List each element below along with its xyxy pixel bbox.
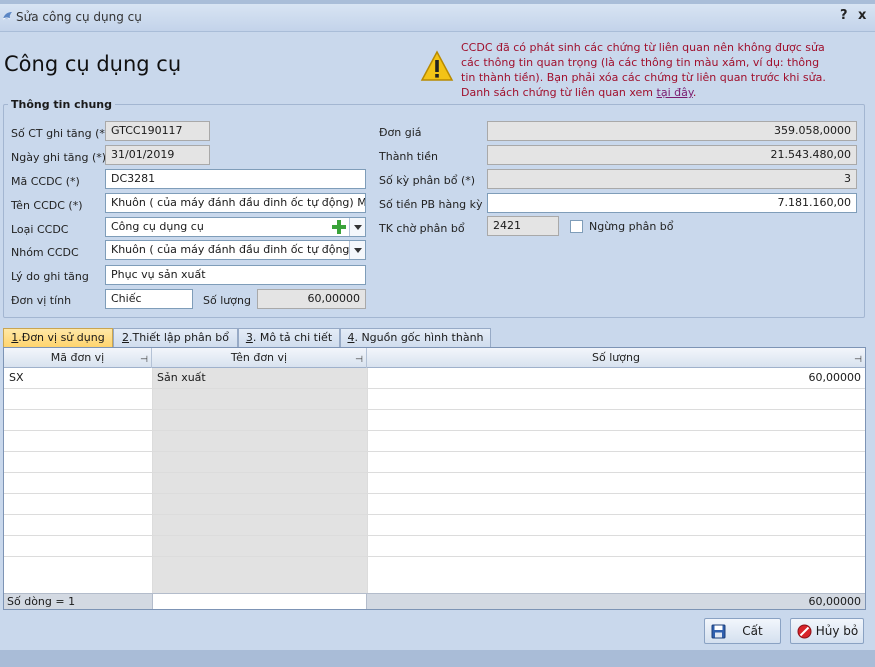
label-so-ky: Số kỳ phân bổ (*) <box>379 174 476 187</box>
ngay-ghi-tang-field: 31/01/2019 <box>105 145 210 165</box>
footer-total: 60,00000 <box>808 595 862 608</box>
table-row[interactable] <box>4 431 865 452</box>
col-ten-don-vi-label: Tên đơn vị <box>230 351 288 364</box>
close-button[interactable]: x <box>858 8 866 23</box>
ma-ccdc-input[interactable]: DC3281 <box>105 169 366 189</box>
tab-thiet-lap-phan-bo[interactable]: 2.Thiết lập phân bổ <box>113 328 238 348</box>
dialog-window: Sửa công cụ dụng cụ ? x Công cụ dụng cụ … <box>0 0 875 667</box>
tab-3-label: . Mô tả chi tiết <box>252 331 333 344</box>
label-ngung-phan-bo: Ngừng phân bổ <box>589 220 674 233</box>
table-row[interactable]: SX Sản xuất 60,00000 <box>4 368 865 389</box>
page-title: Công cụ dụng cụ <box>4 52 182 76</box>
tab-2-num: 2 <box>122 331 129 344</box>
tab-mo-ta-chi-tiet[interactable]: 3. Mô tả chi tiết <box>238 328 340 348</box>
save-button[interactable]: Cất <box>704 618 781 644</box>
col-header-ten-don-vi[interactable]: Tên đơn vị ⊣ <box>152 348 367 368</box>
units-grid[interactable]: Mã đơn vị ⊣ Tên đơn vị ⊣ Số lượng ⊣ SX S… <box>3 347 866 610</box>
nhom-chevron-down-icon[interactable] <box>349 241 365 259</box>
ten-ccdc-input[interactable]: Khuôn ( của máy đánh đầu đinh ốc tự động… <box>105 193 366 213</box>
label-ma: Mã CCDC (*) <box>11 175 80 188</box>
col-header-ma-don-vi[interactable]: Mã đơn vị ⊣ <box>4 348 152 368</box>
row-count: Số dòng = 1 <box>7 595 76 608</box>
table-row[interactable] <box>4 557 865 578</box>
title-bar: Sửa công cụ dụng cụ ? x <box>0 4 875 32</box>
save-label: Cất <box>742 624 763 638</box>
warning-icon <box>420 50 454 81</box>
loai-chevron-down-icon[interactable] <box>349 218 365 236</box>
don-vi-tinh-input[interactable]: Chiếc <box>105 289 193 309</box>
label-thanh-tien: Thành tiền <box>379 150 438 163</box>
tab-2-label: .Thiết lập phân bổ <box>129 331 229 344</box>
col-ma-don-vi-label: Mã đơn vị <box>50 351 105 364</box>
nhom-ccdc-value: Khuôn ( của máy đánh đầu đinh ốc tự động… <box>111 243 354 256</box>
col-header-so-luong[interactable]: Số lượng ⊣ <box>367 348 865 368</box>
app-icon <box>2 12 12 20</box>
label-lydo: Lý do ghi tăng <box>11 270 89 283</box>
table-row[interactable] <box>4 494 865 515</box>
bottom-strip <box>0 650 875 667</box>
cancel-label: Hủy bỏ <box>815 624 859 638</box>
loai-ccdc-value: Công cụ dụng cụ <box>111 220 204 233</box>
tab-strip: 1.Đơn vị sử dụng 2.Thiết lập phân bổ 3. … <box>0 328 875 348</box>
so-ct-field: GTCC190117 <box>105 121 210 141</box>
so-tien-pb-input[interactable]: 7.181.160,00 <box>487 193 857 213</box>
help-button[interactable]: ? <box>840 8 848 23</box>
grid-footer: Số dòng = 1 60,00000 <box>4 593 865 609</box>
label-tk-cho-pb: TK chờ phân bổ <box>379 222 465 235</box>
label-don-gia: Đơn giá <box>379 126 422 139</box>
general-info-legend: Thông tin chung <box>11 98 113 111</box>
window-title: Sửa công cụ dụng cụ <box>16 10 142 24</box>
table-row[interactable] <box>4 473 865 494</box>
so-ky-field: 3 <box>487 169 857 189</box>
warning-message: CCDC đã có phát sinh các chứng từ liên q… <box>461 40 833 100</box>
ngung-phan-bo-checkbox[interactable] <box>570 220 583 233</box>
tab-don-vi-su-dung[interactable]: 1.Đơn vị sử dụng <box>3 328 113 348</box>
add-plus-icon[interactable] <box>331 219 347 235</box>
table-row[interactable] <box>4 515 865 536</box>
label-nhom: Nhóm CCDC <box>11 246 79 259</box>
warning-text: CCDC đã có phát sinh các chứng từ liên q… <box>461 41 826 99</box>
label-so-tien-pb: Số tiền PB hàng kỳ <box>379 198 483 211</box>
table-row[interactable] <box>4 410 865 431</box>
label-ten: Tên CCDC (*) <box>11 199 83 212</box>
label-loai: Loại CCDC <box>11 223 69 236</box>
label-ngay: Ngày ghi tăng (*) <box>11 151 107 164</box>
label-so-ct: Số CT ghi tăng (*) <box>11 127 110 140</box>
col-so-luong-label: Số lượng <box>592 351 640 364</box>
footer-blank-cell <box>152 594 367 609</box>
cell-ten-don-vi: Sản xuất <box>157 371 206 384</box>
tab-nguon-goc-hinh-thanh[interactable]: 4. Nguồn gốc hình thành <box>340 328 491 348</box>
cancel-button[interactable]: Hủy bỏ <box>790 618 864 644</box>
cell-so-luong: 60,00000 <box>808 371 862 384</box>
table-row[interactable] <box>4 389 865 410</box>
label-dvt: Đơn vị tính <box>11 294 72 307</box>
tk-cho-pb-field: 2421 <box>487 216 559 236</box>
so-luong-field: 60,00000 <box>257 289 366 309</box>
grid-header: Mã đơn vị ⊣ Tên đơn vị ⊣ Số lượng ⊣ <box>4 348 865 368</box>
label-soluong: Số lượng <box>203 294 251 307</box>
thanh-tien-field: 21.543.480,00 <box>487 145 857 165</box>
tab-4-label: . Nguồn gốc hình thành <box>354 331 484 344</box>
tab-1-label: .Đơn vị sử dụng <box>18 331 105 344</box>
ly-do-input[interactable]: Phục vụ sản xuất <box>105 265 366 285</box>
tab-3-num: 3 <box>245 331 253 344</box>
cell-ma-don-vi: SX <box>9 371 24 384</box>
loai-ccdc-select[interactable]: Công cụ dụng cụ <box>105 217 366 237</box>
table-row[interactable] <box>4 536 865 557</box>
don-gia-field: 359.058,0000 <box>487 121 857 141</box>
nhom-ccdc-select[interactable]: Khuôn ( của máy đánh đầu đinh ốc tự động… <box>105 240 366 260</box>
table-row[interactable] <box>4 452 865 473</box>
